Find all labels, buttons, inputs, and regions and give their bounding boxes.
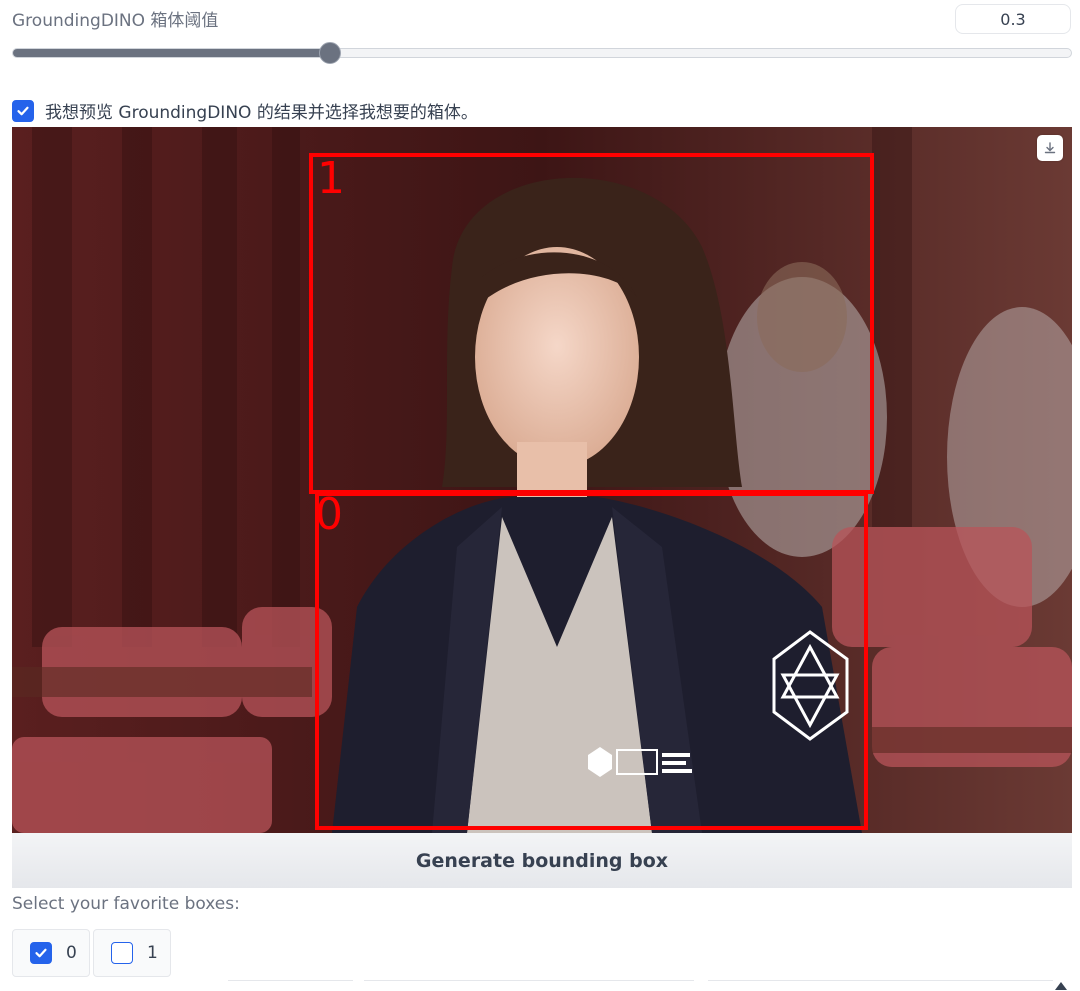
result-image: 1 0 xyxy=(12,127,1072,833)
bounding-box-1-label: 1 xyxy=(317,153,345,204)
check-icon xyxy=(17,106,29,115)
app-page: GroundingDINO 箱体阈值 0.3 我想预览 GroundingDIN… xyxy=(0,0,1080,991)
download-button[interactable] xyxy=(1037,135,1063,161)
threshold-slider-thumb[interactable] xyxy=(319,42,341,64)
cutoff-tab xyxy=(364,980,694,991)
preview-checkbox-label: 我想预览 GroundingDINO 的结果并选择我想要的箱体。 xyxy=(45,103,478,123)
favorite-option-1[interactable]: 1 xyxy=(93,929,171,977)
check-icon xyxy=(35,948,47,958)
favorite-option-0[interactable]: 0 xyxy=(12,929,90,977)
preview-checkbox[interactable] xyxy=(12,99,34,122)
threshold-label: GroundingDINO 箱体阈值 xyxy=(12,11,219,31)
cutoff-next-section xyxy=(0,980,1080,991)
threshold-slider-track[interactable] xyxy=(12,48,1072,58)
generate-bounding-box-button[interactable]: Generate bounding box xyxy=(12,833,1072,888)
favorite-option-0-label: 0 xyxy=(66,943,77,963)
favorite-option-1-label: 1 xyxy=(147,943,158,963)
favorite-checkbox-1[interactable] xyxy=(111,942,133,964)
download-icon xyxy=(1044,142,1056,154)
preview-checkbox-row[interactable]: 我想预览 GroundingDINO 的结果并选择我想要的箱体。 xyxy=(12,98,478,123)
cutoff-tab xyxy=(228,980,353,991)
photo-illustration: 1 0 xyxy=(12,127,1072,833)
threshold-value-input[interactable]: 0.3 xyxy=(955,4,1071,34)
threshold-slider-fill xyxy=(13,49,331,57)
scroll-up-icon[interactable] xyxy=(1055,982,1067,990)
cutoff-tab xyxy=(708,980,1053,991)
favorite-checkbox-0[interactable] xyxy=(30,942,52,964)
favorite-boxes-label: Select your favorite boxes: xyxy=(12,894,240,914)
bounding-box-0-label: 0 xyxy=(315,489,343,540)
